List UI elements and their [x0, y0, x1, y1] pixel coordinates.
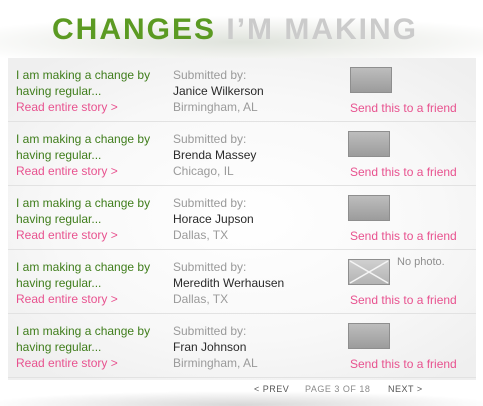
no-photo-label: No photo. [397, 256, 445, 268]
submitter-info: Submitted by: Brenda Massey Chicago, IL [173, 131, 333, 179]
story-row: I am making a change by having regular..… [8, 58, 476, 122]
photo-thumbnail[interactable] [348, 323, 390, 349]
submitted-by-label: Submitted by: [173, 68, 247, 82]
read-story-link[interactable]: Read entire story > [16, 291, 166, 307]
submitter-name: Fran Johnson [173, 340, 247, 354]
submitter-info: Submitted by: Horace Jupson Dallas, TX [173, 195, 333, 243]
submitter-info: Submitted by: Meredith Werhausen Dallas,… [173, 259, 333, 307]
story-row: I am making a change by having regular..… [8, 250, 476, 314]
story-text: I am making a change by having regular..… [16, 196, 151, 226]
submitter-info: Submitted by: Janice Wilkerson Birmingha… [173, 67, 333, 115]
submitter-name: Meredith Werhausen [173, 276, 285, 290]
submitter-name: Janice Wilkerson [173, 84, 264, 98]
story-excerpt: I am making a change by having regular..… [16, 259, 166, 307]
title-green-part: CHANGES [52, 13, 217, 46]
cross-icon [349, 260, 389, 284]
submitter-location: Birmingham, AL [173, 356, 258, 370]
photo-thumbnail[interactable] [348, 195, 390, 221]
submitter-name: Brenda Massey [173, 148, 257, 162]
story-excerpt: I am making a change by having regular..… [16, 131, 166, 179]
story-excerpt: I am making a change by having regular..… [16, 67, 166, 115]
story-text: I am making a change by having regular..… [16, 324, 151, 354]
prev-page-link[interactable]: < PREV [254, 384, 289, 394]
story-excerpt: I am making a change by having regular..… [16, 323, 166, 371]
read-story-link[interactable]: Read entire story > [16, 227, 166, 243]
send-to-friend-link[interactable]: Send this to a friend [350, 293, 457, 307]
photo-thumbnail[interactable] [350, 67, 392, 93]
submitter-info: Submitted by: Fran Johnson Birmingham, A… [173, 323, 333, 371]
submitter-name: Horace Jupson [173, 212, 254, 226]
story-text: I am making a change by having regular..… [16, 132, 151, 162]
story-row: I am making a change by having regular..… [8, 314, 476, 378]
next-page-link[interactable]: NEXT > [388, 384, 423, 394]
send-to-friend-link[interactable]: Send this to a friend [350, 101, 457, 115]
submitted-by-label: Submitted by: [173, 260, 247, 274]
story-row: I am making a change by having regular..… [8, 122, 476, 186]
read-story-link[interactable]: Read entire story > [16, 163, 166, 179]
photo-thumbnail[interactable] [348, 131, 390, 157]
page-indicator: PAGE 3 OF 18 [305, 384, 371, 394]
story-text: I am making a change by having regular..… [16, 68, 151, 98]
submitted-by-label: Submitted by: [173, 132, 247, 146]
read-story-link[interactable]: Read entire story > [16, 99, 166, 115]
story-excerpt: I am making a change by having regular..… [16, 195, 166, 243]
submitter-location: Chicago, IL [173, 164, 234, 178]
pagination: < PREV PAGE 3 OF 18 NEXT > [0, 383, 483, 406]
send-to-friend-link[interactable]: Send this to a friend [350, 229, 457, 243]
submitter-location: Dallas, TX [173, 292, 229, 306]
submitter-location: Birmingham, AL [173, 100, 258, 114]
stories-list: I am making a change by having regular..… [8, 58, 476, 380]
no-photo-placeholder [348, 259, 390, 285]
read-story-link[interactable]: Read entire story > [16, 355, 166, 371]
page-title: CHANGES I’M MAKING [52, 13, 418, 47]
send-to-friend-link[interactable]: Send this to a friend [350, 165, 457, 179]
title-grey-part: I’M MAKING [226, 13, 419, 46]
send-to-friend-link[interactable]: Send this to a friend [350, 357, 457, 371]
page-header: CHANGES I’M MAKING [0, 0, 483, 58]
story-text: I am making a change by having regular..… [16, 260, 151, 290]
submitter-location: Dallas, TX [173, 228, 229, 242]
submitted-by-label: Submitted by: [173, 196, 247, 210]
submitted-by-label: Submitted by: [173, 324, 247, 338]
story-row: I am making a change by having regular..… [8, 186, 476, 250]
